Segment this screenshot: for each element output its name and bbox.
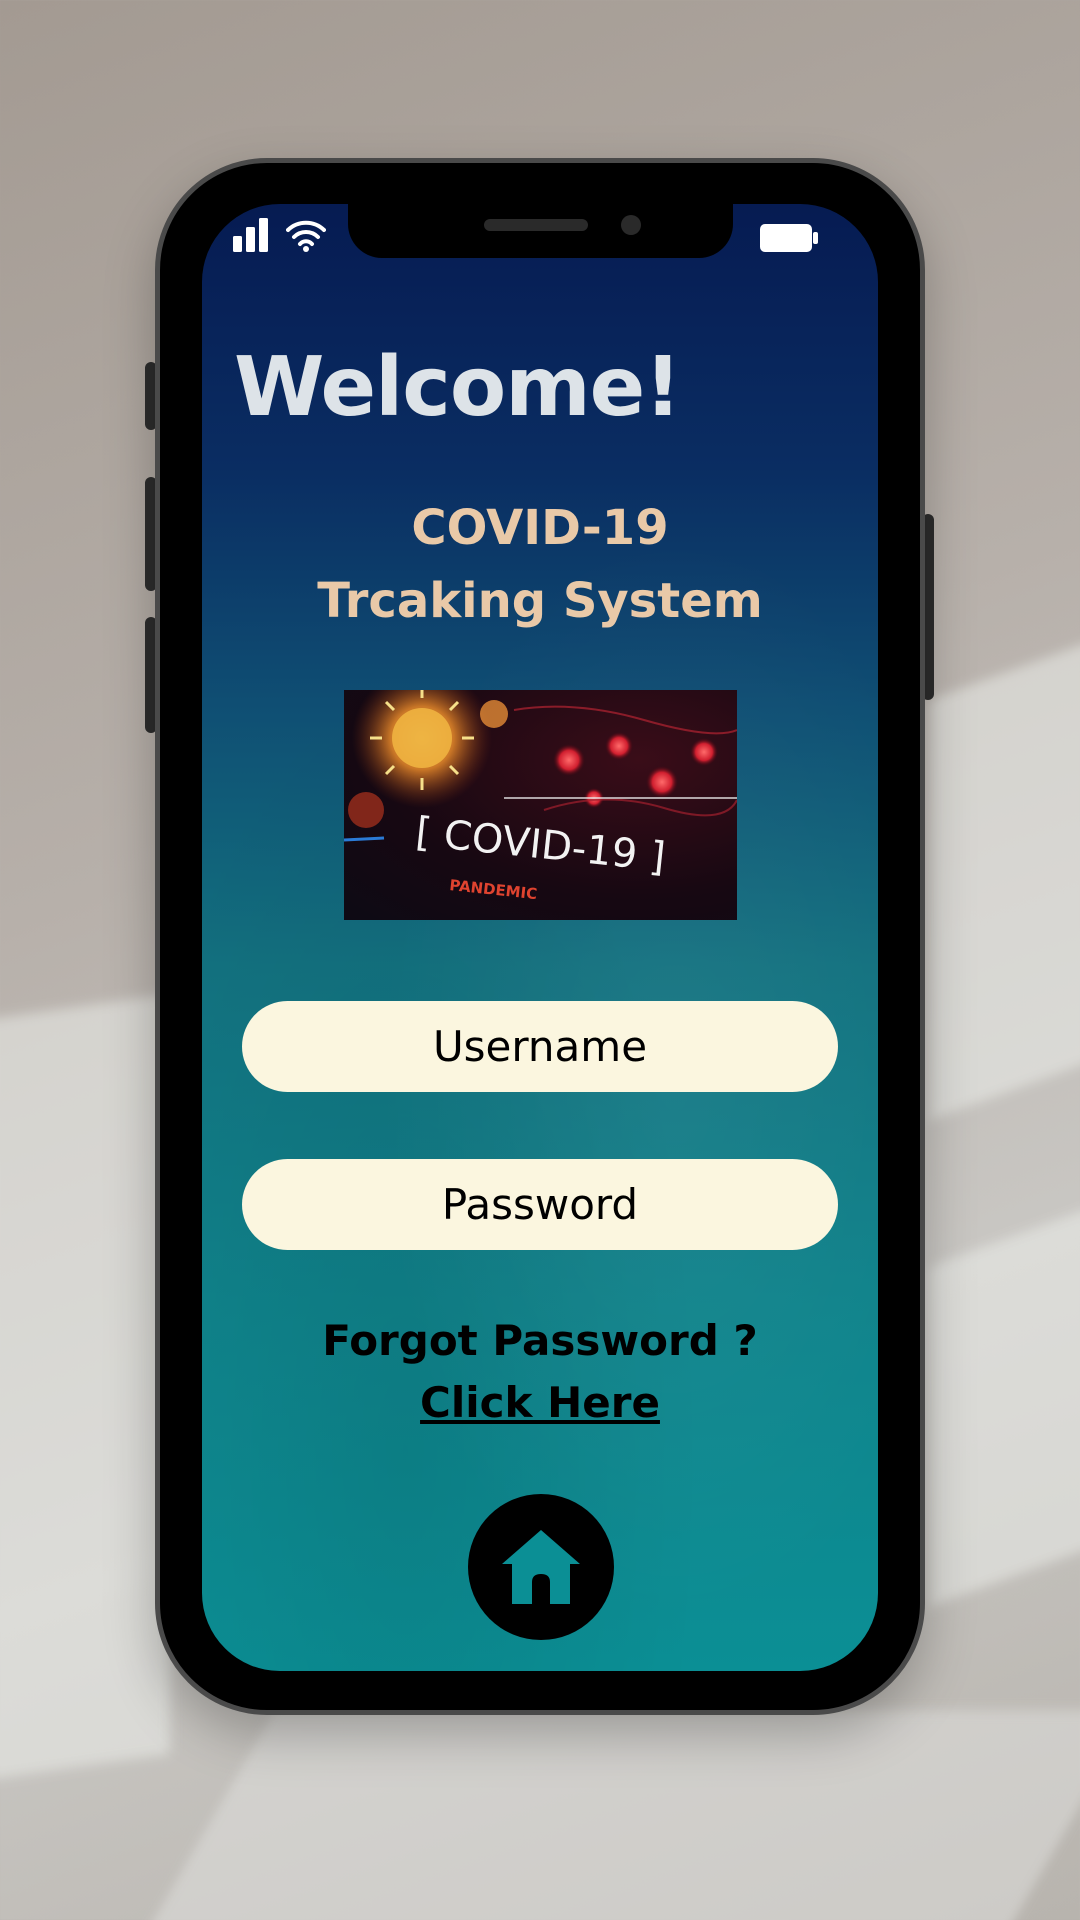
welcome-title: Welcome! — [234, 340, 682, 435]
background-light-patch — [930, 1193, 1080, 1607]
covid-hero-image: [ COVID-19 ] PANDEMIC — [344, 690, 737, 920]
background-light-patch — [930, 619, 1080, 1121]
red-hotspot-dots — [553, 732, 718, 808]
app-subtitle-line2: Trcaking System — [317, 573, 763, 629]
wifi-icon — [286, 220, 326, 252]
signal-bars-icon — [233, 218, 268, 252]
virus-particle-icon — [348, 690, 508, 828]
front-camera — [621, 215, 641, 235]
home-button[interactable] — [468, 1494, 614, 1640]
app-subtitle-line1: COVID-19 — [411, 500, 669, 556]
pandemic-caption: PANDEMIC — [449, 876, 538, 903]
phone-notch — [348, 204, 733, 258]
earpiece-speaker — [484, 219, 588, 231]
battery-icon — [760, 224, 818, 252]
forgot-password-link[interactable]: Click Here — [202, 1378, 878, 1427]
covid-image-label: [ COVID-19 ] — [413, 809, 667, 881]
forgot-password-prompt: Forgot Password ? — [322, 1316, 758, 1365]
username-input[interactable] — [242, 1001, 838, 1092]
background-light-patch — [124, 1710, 1080, 1920]
home-icon — [502, 1530, 580, 1604]
background-light-patch — [0, 993, 170, 1787]
password-input[interactable] — [242, 1159, 838, 1250]
